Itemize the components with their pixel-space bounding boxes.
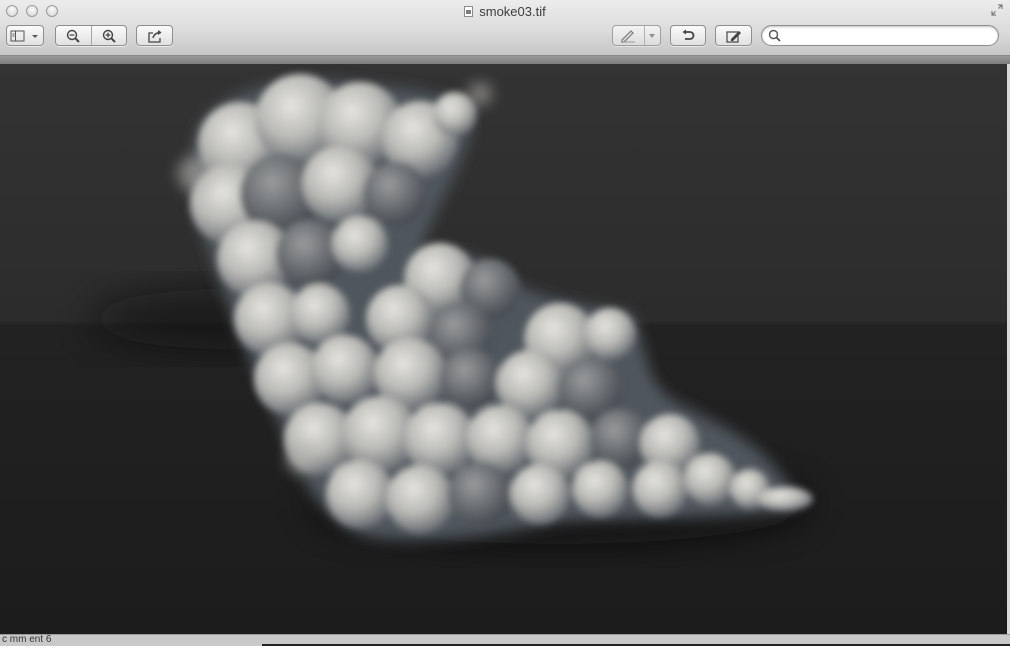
annotate-button[interactable]: [613, 26, 644, 45]
edit-toolbar-button[interactable]: [715, 25, 752, 46]
markup-icon: [725, 30, 741, 43]
zoom-in-button[interactable]: [90, 26, 127, 45]
annotate-control: [612, 25, 661, 46]
search-icon: [768, 29, 781, 42]
rotate-icon: [682, 29, 695, 40]
document-icon: [464, 6, 474, 17]
title-toolbar: smoke03.tif: [0, 0, 1010, 56]
smoke-image: [90, 74, 813, 544]
zoom-out-button[interactable]: [56, 26, 91, 45]
search-field[interactable]: [761, 25, 999, 46]
window-title: smoke03.tif: [0, 4, 1010, 20]
rotate-button[interactable]: [670, 25, 706, 46]
view-menu-button[interactable]: [6, 25, 44, 46]
pen-icon: [621, 29, 636, 43]
annotate-menu-button[interactable]: [643, 26, 660, 45]
canvas-top-edge: [0, 56, 1010, 64]
zoom-control: [55, 25, 127, 46]
share-button[interactable]: [136, 25, 173, 46]
search-input[interactable]: [784, 27, 988, 45]
fullscreen-icon[interactable]: [990, 4, 1004, 18]
image-canvas: [0, 64, 1007, 634]
background-text: c mm ent 6: [2, 634, 52, 645]
zoom-in-icon: [102, 29, 116, 43]
chevron-down-icon: [649, 33, 656, 38]
sidebar-icon: [10, 30, 38, 41]
zoom-out-icon: [67, 29, 80, 43]
window-title-text: smoke03.tif: [479, 4, 546, 19]
background-window-edge: c mm ent 6: [0, 634, 1010, 646]
preview-window: smoke03.tif c mm ent 6: [0, 0, 1010, 646]
share-icon: [147, 29, 161, 43]
